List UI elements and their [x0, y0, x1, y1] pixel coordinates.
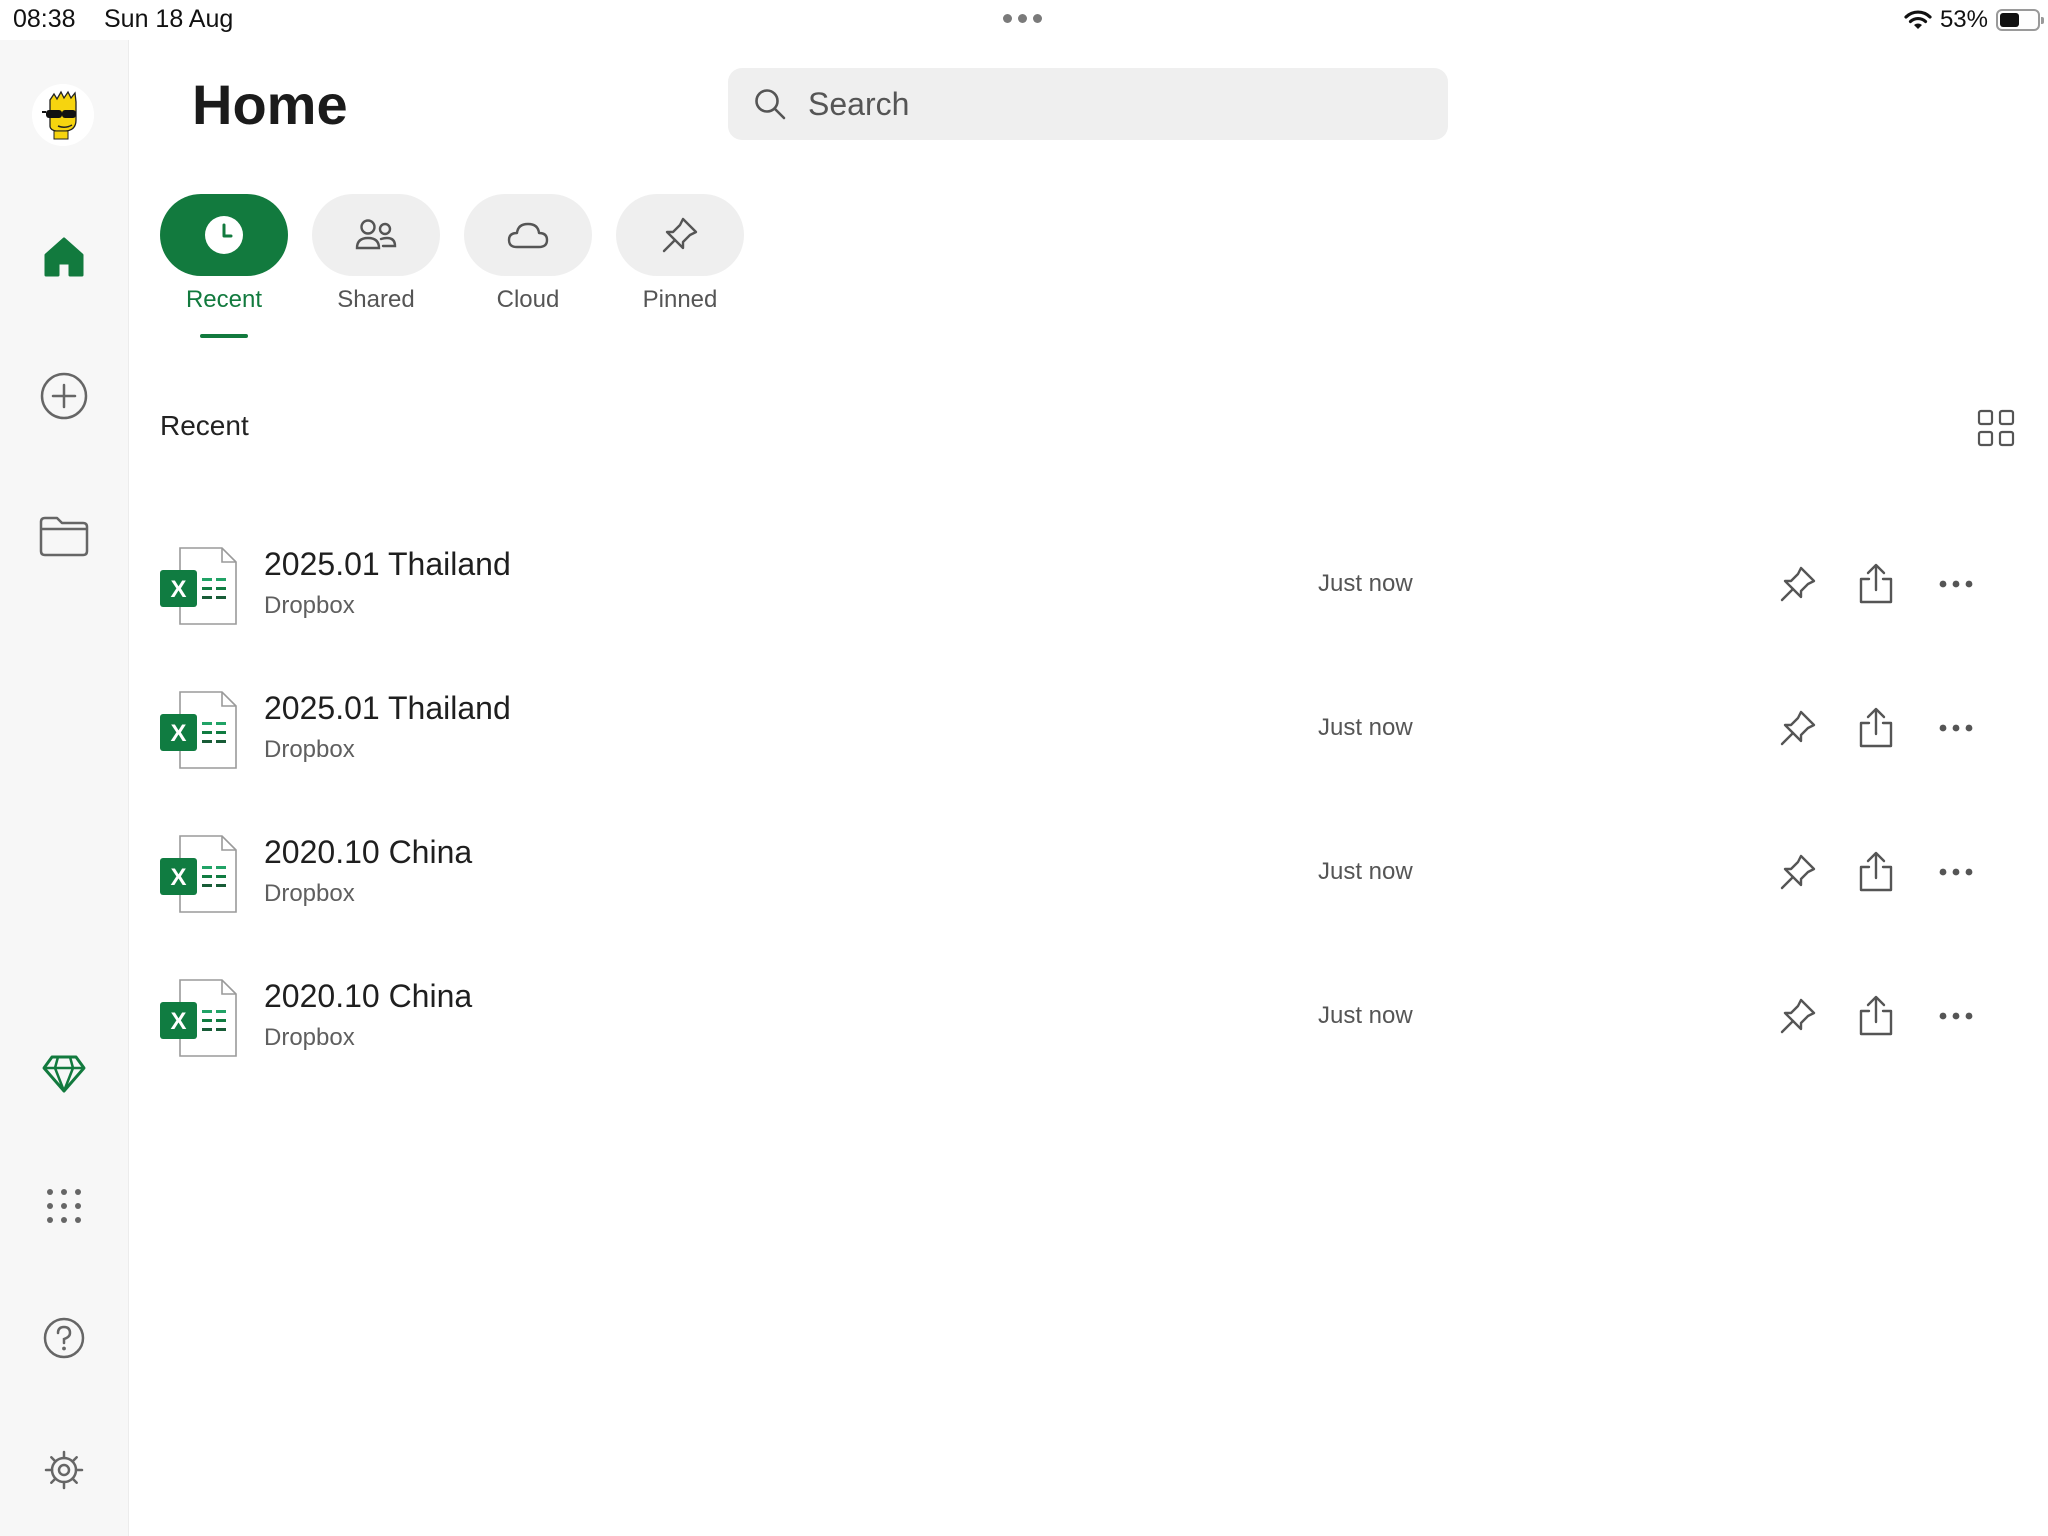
- more-icon: [1939, 1012, 1973, 1020]
- wifi-icon: [1904, 10, 1932, 29]
- share-icon: [1859, 563, 1893, 604]
- file-modified-time: Just now: [1318, 1002, 1413, 1029]
- more-icon: [1939, 724, 1973, 732]
- more-icon: [1939, 868, 1973, 876]
- file-name: 2020.10 China: [264, 834, 473, 870]
- file-location: Dropbox: [264, 1024, 355, 1051]
- file-name: 2025.01 Thailand: [264, 690, 511, 726]
- file-modified-time: Just now: [1318, 570, 1413, 597]
- file-row[interactable]: X 2025.01 Thailand Dropbox Just now: [160, 512, 2000, 656]
- battery-percent: 53%: [1939, 6, 1988, 33]
- section-title: Recent: [160, 410, 249, 441]
- tab-label: Pinned: [642, 286, 718, 313]
- excel-file-icon: X: [160, 547, 237, 625]
- pin-button[interactable]: [1776, 562, 1820, 606]
- app-grid-icon: [47, 1189, 81, 1223]
- svg-text:X: X: [170, 576, 186, 603]
- tab-label: Cloud: [496, 286, 560, 313]
- sidebar-item-apps[interactable]: [34, 1176, 94, 1236]
- folder-icon: [39, 516, 89, 557]
- file-location: Dropbox: [264, 736, 355, 763]
- sidebar-item-open[interactable]: [34, 506, 94, 566]
- excel-file-icon: X: [160, 691, 237, 769]
- tab-label: Recent: [185, 286, 263, 313]
- pin-icon: [662, 217, 698, 253]
- share-icon: [1859, 707, 1893, 748]
- svg-text:X: X: [170, 720, 186, 747]
- cloud-icon: [507, 222, 549, 249]
- file-modified-time: Just now: [1318, 858, 1413, 885]
- share-button[interactable]: [1854, 562, 1898, 606]
- share-icon: [1859, 995, 1893, 1036]
- search-bar[interactable]: [728, 68, 1448, 140]
- clock-icon: [205, 216, 243, 254]
- tab-recent[interactable]: Recent: [160, 194, 288, 314]
- excel-file-icon: X: [160, 979, 237, 1057]
- file-name: 2025.01 Thailand: [264, 546, 511, 582]
- diamond-icon: [42, 1055, 86, 1093]
- more-options-button[interactable]: [1934, 706, 1978, 750]
- file-modified-time: Just now: [1318, 714, 1413, 741]
- pin-button[interactable]: [1776, 850, 1820, 894]
- tab-cloud[interactable]: Cloud: [464, 194, 592, 314]
- add-circle-icon: [40, 372, 88, 420]
- tab-pinned[interactable]: Pinned: [616, 194, 744, 314]
- sidebar-item-home[interactable]: [34, 226, 94, 286]
- file-row[interactable]: X 2020.10 China Dropbox Just now: [160, 944, 2000, 1088]
- tab-label: Shared: [337, 286, 415, 313]
- pin-button[interactable]: [1776, 994, 1820, 1038]
- search-input[interactable]: [806, 84, 1410, 124]
- pin-icon: [1780, 566, 1816, 602]
- avatar[interactable]: [32, 84, 94, 146]
- svg-text:X: X: [170, 864, 186, 891]
- status-date: Sun 18 Aug: [104, 5, 234, 33]
- sidebar-item-new[interactable]: [34, 366, 94, 426]
- file-name: 2020.10 China: [264, 978, 473, 1014]
- sidebar: [0, 40, 129, 1536]
- battery-icon: [1996, 9, 2044, 31]
- gear-icon: [44, 1450, 84, 1490]
- file-list: X 2025.01 Thailand Dropbox Just now X 20…: [160, 512, 2000, 1088]
- tab-shared[interactable]: Shared: [312, 194, 440, 314]
- share-button[interactable]: [1854, 850, 1898, 894]
- file-location: Dropbox: [264, 592, 355, 619]
- sidebar-item-settings[interactable]: [34, 1440, 94, 1500]
- grid-view-icon[interactable]: [1976, 408, 2016, 448]
- status-time: 08:38: [13, 5, 76, 33]
- more-icon: [1939, 580, 1973, 588]
- multitasking-dots-icon[interactable]: [1003, 14, 1042, 23]
- sidebar-item-help[interactable]: [34, 1308, 94, 1368]
- status-bar: 08:38 Sun 18 Aug 53%: [0, 0, 2048, 40]
- pin-icon: [1780, 998, 1816, 1034]
- share-icon: [1859, 851, 1893, 892]
- share-button[interactable]: [1854, 706, 1898, 750]
- more-options-button[interactable]: [1934, 850, 1978, 894]
- pin-icon: [1780, 854, 1816, 890]
- file-row[interactable]: X 2020.10 China Dropbox Just now: [160, 800, 2000, 944]
- sidebar-item-premium[interactable]: [34, 1044, 94, 1104]
- more-options-button[interactable]: [1934, 562, 1978, 606]
- page-title: Home: [192, 73, 348, 136]
- svg-text:X: X: [170, 1008, 186, 1035]
- active-tab-indicator: [200, 334, 248, 338]
- home-icon: [44, 237, 84, 277]
- excel-file-icon: X: [160, 835, 237, 913]
- help-icon: [43, 1317, 85, 1359]
- pin-icon: [1780, 710, 1816, 746]
- people-icon: [355, 219, 397, 250]
- search-icon: [755, 89, 786, 120]
- file-location: Dropbox: [264, 880, 355, 907]
- share-button[interactable]: [1854, 994, 1898, 1038]
- pin-button[interactable]: [1776, 706, 1820, 750]
- file-row[interactable]: X 2025.01 Thailand Dropbox Just now: [160, 656, 2000, 800]
- more-options-button[interactable]: [1934, 994, 1978, 1038]
- bart-avatar: [32, 84, 94, 146]
